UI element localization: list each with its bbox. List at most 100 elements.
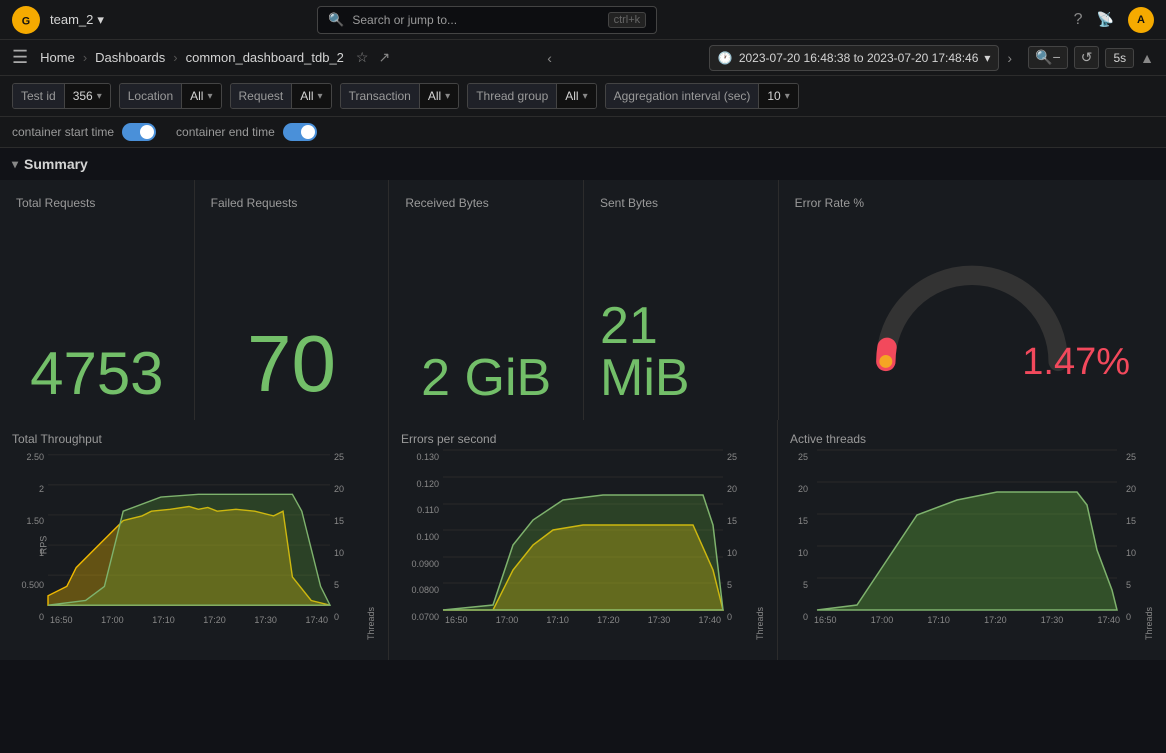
test-id-value[interactable]: 356 ▾ xyxy=(65,84,110,108)
main-content: ▾ Summary Total Requests 4753 Failed Req… xyxy=(0,148,1166,753)
threads-yr-axis-title: Threads xyxy=(1144,450,1154,640)
errors-yr-1: 20 xyxy=(727,484,755,494)
failed-requests-card: Failed Requests 70 xyxy=(195,180,389,420)
errors-svg xyxy=(443,450,723,610)
throughput-yr-4: 5 xyxy=(334,580,366,590)
toggle-bar: container start time container end time xyxy=(0,117,1166,148)
container-end-label: container end time xyxy=(176,125,275,139)
error-rate-gauge: 1.47% xyxy=(795,222,1150,404)
test-id-dropdown-icon: ▾ xyxy=(97,91,102,102)
throughput-yr-1: 20 xyxy=(334,484,366,494)
throughput-svg xyxy=(48,450,330,610)
errors-yr-5: 0 xyxy=(727,612,755,622)
errors-chart-title: Errors per second xyxy=(401,432,765,446)
time-next-icon[interactable]: › xyxy=(1007,50,1012,66)
user-avatar[interactable]: A xyxy=(1128,7,1154,33)
team-dropdown-icon: ▾ xyxy=(97,12,104,28)
location-filter[interactable]: Location All ▾ xyxy=(119,83,222,109)
errors-chart-card: Errors per second 0.130 0.120 0.110 0.10… xyxy=(389,420,777,660)
breadcrumb-dashboards[interactable]: Dashboards xyxy=(95,50,165,65)
request-value[interactable]: All ▾ xyxy=(292,84,330,108)
transaction-filter[interactable]: Transaction All ▾ xyxy=(340,83,460,109)
time-prev-icon[interactable]: ‹ xyxy=(547,50,552,66)
transaction-value[interactable]: All ▾ xyxy=(420,84,458,108)
summary-cards: Total Requests 4753 Failed Requests 70 R… xyxy=(0,180,1166,420)
charts-row: Total Throughput 2.50 2 1.50 1 0.500 0 R… xyxy=(0,420,1166,660)
container-start-label: container start time xyxy=(12,125,114,139)
time-range-dropdown-icon: ▾ xyxy=(984,51,990,65)
location-value[interactable]: All ▾ xyxy=(182,84,220,108)
sent-bytes-title: Sent Bytes xyxy=(600,196,762,210)
collapse-button[interactable]: ▲ xyxy=(1140,50,1154,66)
time-range-picker[interactable]: 🕐 2023-07-20 16:48:38 to 2023-07-20 17:4… xyxy=(709,45,1000,71)
threads-x-0: 16:50 xyxy=(814,615,837,625)
throughput-yr-5: 0 xyxy=(334,612,366,622)
threads-y-0: 25 xyxy=(790,452,808,462)
throughput-x-0: 16:50 xyxy=(50,615,73,625)
favorite-icon[interactable]: ☆ xyxy=(356,49,369,66)
request-label: Request xyxy=(231,84,293,108)
summary-section-header[interactable]: ▾ Summary xyxy=(0,148,1166,180)
throughput-yr-0: 25 xyxy=(334,452,366,462)
refresh-button[interactable]: ↺ xyxy=(1074,46,1100,69)
container-start-toggle[interactable] xyxy=(122,123,156,141)
throughput-y-label-1: 2 xyxy=(12,484,44,494)
share-icon[interactable]: ↗ xyxy=(378,49,390,66)
threads-x-5: 17:40 xyxy=(1097,615,1120,625)
throughput-y-label-4: 0.500 xyxy=(12,580,44,590)
errors-yr-0: 25 xyxy=(727,452,755,462)
throughput-yr-3: 10 xyxy=(334,548,366,558)
thread-group-value[interactable]: All ▾ xyxy=(557,84,595,108)
threads-y-2: 15 xyxy=(790,516,808,526)
thread-group-filter[interactable]: Thread group All ▾ xyxy=(467,83,596,109)
team-name: team_2 xyxy=(50,12,93,27)
aggregation-filter[interactable]: Aggregation interval (sec) 10 ▾ xyxy=(605,83,799,109)
threads-yr-1: 20 xyxy=(1126,484,1144,494)
throughput-yr-axis-title: Threads xyxy=(366,450,376,640)
search-placeholder: Search or jump to... xyxy=(352,13,457,27)
menu-icon[interactable]: ☰ xyxy=(12,47,28,68)
refresh-interval-button[interactable]: 5s xyxy=(1105,48,1134,68)
total-requests-value: 4753 xyxy=(30,344,163,404)
topnav: G team_2 ▾ 🔍 Search or jump to... ctrl+k… xyxy=(0,0,1166,40)
threads-x-4: 17:30 xyxy=(1041,615,1064,625)
svg-text:G: G xyxy=(22,15,30,27)
errors-yr-axis-title: Threads xyxy=(755,450,765,640)
thread-group-dropdown-icon: ▾ xyxy=(583,91,588,102)
errors-y-5: 0.0800 xyxy=(401,585,439,595)
throughput-yr-2: 15 xyxy=(334,516,366,526)
threads-yr-5: 0 xyxy=(1126,612,1144,622)
errors-y-1: 0.120 xyxy=(401,479,439,489)
summary-title: Summary xyxy=(24,156,88,172)
location-label: Location xyxy=(120,84,182,108)
request-filter[interactable]: Request All ▾ xyxy=(230,83,332,109)
summary-chevron-icon: ▾ xyxy=(12,157,18,171)
team-selector[interactable]: team_2 ▾ xyxy=(50,12,104,28)
aggregation-value[interactable]: 10 ▾ xyxy=(759,84,797,108)
container-end-toggle-item: container end time xyxy=(176,123,317,141)
zoom-out-button[interactable]: 🔍− xyxy=(1028,46,1068,69)
sent-bytes-card: Sent Bytes 21 MiB xyxy=(584,180,778,420)
breadcrumb-sep2: › xyxy=(173,50,177,65)
breadcrumb-current[interactable]: common_dashboard_tdb_2 xyxy=(186,50,344,65)
failed-requests-value: 70 xyxy=(247,324,336,404)
container-end-toggle[interactable] xyxy=(283,123,317,141)
sent-bytes-value: 21 MiB xyxy=(600,300,762,404)
error-rate-title: Error Rate % xyxy=(795,196,864,210)
throughput-y-label-5: 0 xyxy=(12,612,44,622)
errors-yr-3: 10 xyxy=(727,548,755,558)
rss-icon[interactable]: 📡 xyxy=(1097,11,1114,28)
threads-y-1: 20 xyxy=(790,484,808,494)
errors-y-2: 0.110 xyxy=(401,505,439,515)
threads-x-3: 17:20 xyxy=(984,615,1007,625)
search-bar[interactable]: 🔍 Search or jump to... ctrl+k xyxy=(317,6,657,34)
help-icon[interactable]: ? xyxy=(1074,11,1083,29)
threads-x-2: 17:10 xyxy=(927,615,950,625)
app-logo: G xyxy=(12,6,40,34)
throughput-x-5: 17:40 xyxy=(305,615,328,625)
search-icon: 🔍 xyxy=(328,12,344,28)
throughput-chart-title: Total Throughput xyxy=(12,432,376,446)
test-id-filter[interactable]: Test id 356 ▾ xyxy=(12,83,111,109)
transaction-dropdown-icon: ▾ xyxy=(445,91,450,102)
breadcrumb-home[interactable]: Home xyxy=(40,50,75,65)
